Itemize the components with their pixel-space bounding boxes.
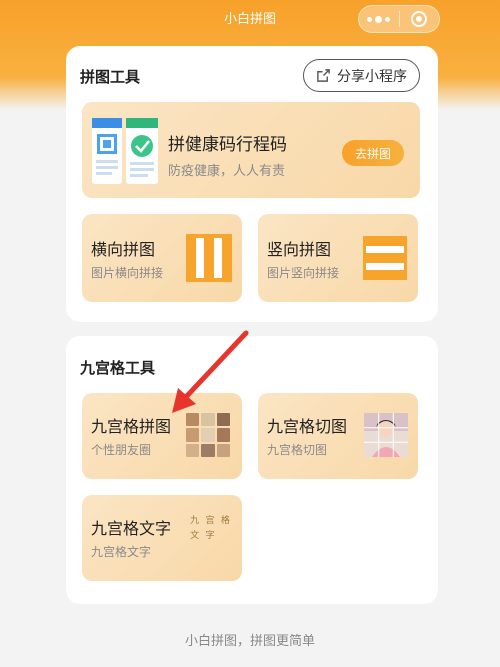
vertical-collage-tile[interactable]: 竖向拼图 图片竖向拼接 bbox=[258, 214, 418, 302]
grid-char: 宫 bbox=[205, 516, 215, 526]
nine-cut-title: 九宫格切图 bbox=[267, 417, 348, 436]
mini-program-capsule bbox=[358, 5, 440, 33]
nine-collage-thumbnail bbox=[186, 413, 230, 457]
share-button[interactable]: 分享小程序 bbox=[303, 59, 420, 92]
nine-grid-cut-tile[interactable]: 九宫格切图 九宫格切图 bbox=[258, 393, 418, 479]
nine-cut-portrait-thumbnail bbox=[364, 413, 408, 457]
health-code-thumbnail-icon bbox=[92, 118, 158, 184]
nine-text-thumbnail: 九 宫 格 文 字 bbox=[188, 515, 232, 545]
nine-grid-section-title: 九宫格工具 bbox=[80, 359, 156, 377]
target-icon[interactable] bbox=[399, 11, 439, 27]
nine-text-subtitle: 九宫格文字 bbox=[91, 545, 152, 559]
nine-grid-collage-tile[interactable]: 九宫格拼图 个性朋友圈 bbox=[82, 393, 242, 479]
nine-text-title: 九宫格文字 bbox=[91, 519, 172, 538]
go-collage-button[interactable]: 去拼图 bbox=[342, 140, 404, 166]
footer-slogan: 小白拼图，拼图更简单 bbox=[184, 634, 315, 649]
horizontal-tile-title: 横向拼图 bbox=[91, 240, 156, 259]
health-tile-subtitle: 防疫健康，人人有责 bbox=[168, 164, 286, 179]
nine-collage-title: 九宫格拼图 bbox=[91, 417, 172, 436]
vertical-collage-icon bbox=[363, 236, 407, 280]
nine-collage-subtitle: 个性朋友圈 bbox=[91, 443, 152, 457]
tools-section-title: 拼图工具 bbox=[80, 68, 141, 86]
vertical-tile-subtitle: 图片竖向拼接 bbox=[267, 266, 340, 280]
grid-char: 格 bbox=[220, 516, 230, 526]
grid-char bbox=[219, 530, 232, 543]
share-icon bbox=[317, 69, 330, 82]
horizontal-tile-subtitle: 图片横向拼接 bbox=[91, 266, 164, 280]
horizontal-collage-icon bbox=[186, 234, 232, 282]
horizontal-collage-tile[interactable]: 横向拼图 图片横向拼接 bbox=[82, 214, 242, 302]
more-dots-icon[interactable] bbox=[359, 15, 399, 23]
grid-char: 文 bbox=[190, 531, 200, 541]
vertical-tile-title: 竖向拼图 bbox=[267, 240, 332, 259]
health-tile-title: 拼健康码行程码 bbox=[168, 135, 287, 155]
grid-char: 字 bbox=[205, 531, 215, 541]
share-button-label: 分享小程序 bbox=[337, 68, 407, 85]
nine-grid-text-tile[interactable]: 九宫格文字 九宫格文字 九 宫 格 文 字 bbox=[82, 495, 242, 581]
nine-cut-subtitle: 九宫格切图 bbox=[267, 443, 328, 457]
grid-char: 九 bbox=[190, 516, 200, 526]
